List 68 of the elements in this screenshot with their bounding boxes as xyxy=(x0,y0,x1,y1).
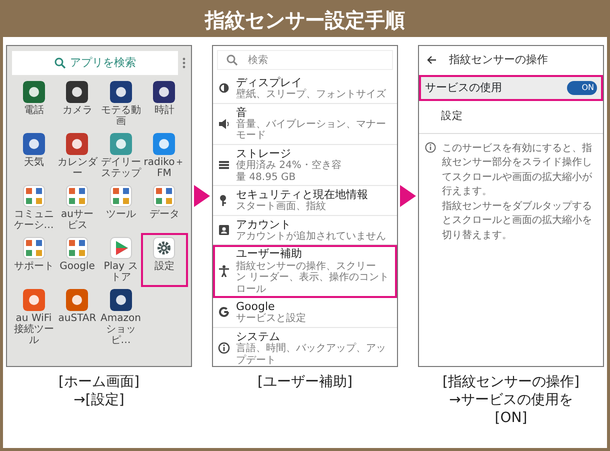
page-title: 指紋センサー設定手順 xyxy=(3,3,607,37)
app-shortcut[interactable]: auサービス xyxy=(56,183,99,233)
toggle-label: サービスの使用 xyxy=(425,80,502,96)
info-text: このサービスを有効にすると、指紋センサー部分をスライド操作してスクロールや画面の拡大縮小が行えます。 xyxy=(442,142,593,200)
toggle-row[interactable]: サービスの使用 ON xyxy=(419,74,603,101)
item-title: システム xyxy=(236,330,281,343)
app-shortcut[interactable]: Google xyxy=(56,235,99,285)
app-shortcut[interactable]: 電話 xyxy=(12,79,56,129)
item-subtitle: アカウントが追加されていません xyxy=(236,230,386,242)
app-shortcut[interactable]: 天気 xyxy=(12,131,56,181)
step-caption: [ユーザー補助] xyxy=(258,373,352,392)
app-shortcut[interactable]: 設定 xyxy=(142,235,186,285)
toggle-switch[interactable]: ON xyxy=(567,80,597,95)
section-label: 設定 xyxy=(419,101,603,134)
app-shortcut[interactable]: カレンダー xyxy=(56,131,99,181)
app-shortcut[interactable]: ツール xyxy=(99,183,142,233)
settings-item[interactable]: ディスプレイ 壁紙、スリープ、フォントサイズ xyxy=(213,74,397,104)
item-subtitle: 使用済み 24%・空き容量 48.95 GB xyxy=(236,160,342,184)
settings-item[interactable]: ユーザー補助 指紋センサーの操作、スクリーン リーダー、表示、操作のコントロール xyxy=(213,245,397,298)
info-icon xyxy=(425,142,436,153)
settings-item[interactable]: アカウント アカウントが追加されていません xyxy=(213,216,397,246)
item-subtitle: スタート画面、指紋 xyxy=(236,201,327,213)
app-shortcut[interactable]: デイリーステップ xyxy=(99,131,142,181)
item-subtitle: 音量、バイブレーション、マナーモード xyxy=(236,118,387,142)
account-icon xyxy=(218,224,230,236)
app-shortcut[interactable]: モテる動画 xyxy=(99,79,142,129)
app-shortcut[interactable]: コミュニケーシ… xyxy=(12,183,56,233)
item-subtitle: 言語、時間、バックアップ、アップデート xyxy=(236,343,387,366)
storage-icon xyxy=(218,158,230,171)
speaker-icon xyxy=(218,118,230,130)
item-title: Google xyxy=(236,300,276,314)
info-text: 指紋センサーをダブルタップするとスクロールと画面の拡大縮小を切り替えます。 xyxy=(442,200,593,243)
app-shortcut[interactable]: サポート xyxy=(12,235,56,285)
app-shortcut[interactable]: radiko＋FM xyxy=(142,131,186,181)
back-arrow-icon xyxy=(427,55,437,66)
item-subtitle: サービスと設定 xyxy=(236,313,306,325)
search-field[interactable]: アプリを検索 xyxy=(12,51,178,75)
app-shortcut[interactable]: カメラ xyxy=(56,79,99,129)
google-g-icon xyxy=(218,306,230,318)
app-shortcut[interactable]: 時計 xyxy=(142,79,186,129)
settings-item[interactable]: Google サービスと設定 xyxy=(213,298,397,328)
item-title: ディスプレイ xyxy=(236,76,302,89)
screen-title: 指紋センサーの操作 xyxy=(449,52,548,68)
search-icon xyxy=(226,54,238,66)
settings-item[interactable]: セキュリティと現在地情報 スタート画面、指紋 xyxy=(213,186,397,216)
search-icon xyxy=(54,57,66,69)
settings-item[interactable]: システム 言語、時間、バックアップ、アップデート xyxy=(213,328,397,366)
step-caption: [ホーム画面] →[設定] xyxy=(58,373,140,410)
item-title: ストレージ xyxy=(236,146,292,160)
step-caption: [指紋センサーの操作] →サービスの使用を [ON] xyxy=(442,373,580,428)
settings-item[interactable]: ストレージ 使用済み 24%・空き容量 48.95 GB xyxy=(213,144,397,186)
app-shortcut[interactable]: Amazon ショッピ… xyxy=(99,287,142,348)
more-icon xyxy=(182,57,186,69)
item-title: ユーザー補助 xyxy=(236,247,303,260)
app-shortcut[interactable]: auSTAR xyxy=(56,287,99,348)
app-shortcut[interactable]: Play ストア xyxy=(99,235,142,285)
brightness-icon xyxy=(218,82,230,94)
item-title: アカウント xyxy=(236,218,292,231)
item-title: 音 xyxy=(236,106,248,119)
app-shortcut[interactable]: au WiFi接続ツール xyxy=(12,287,56,348)
person-icon xyxy=(218,265,230,278)
settings-item[interactable]: 音 音量、バイブレーション、マナーモード xyxy=(213,104,397,145)
item-subtitle: 壁紙、スリープ、フォントサイズ xyxy=(236,89,386,101)
app-shortcut[interactable]: データ xyxy=(142,183,186,233)
item-subtitle: 指紋センサーの操作、スクリーン リーダー、表示、操作のコントロール xyxy=(236,260,390,296)
search-field[interactable]: 検索 xyxy=(217,50,393,70)
info-icon xyxy=(218,342,230,354)
item-title: セキュリティと現在地情報 xyxy=(236,188,368,202)
